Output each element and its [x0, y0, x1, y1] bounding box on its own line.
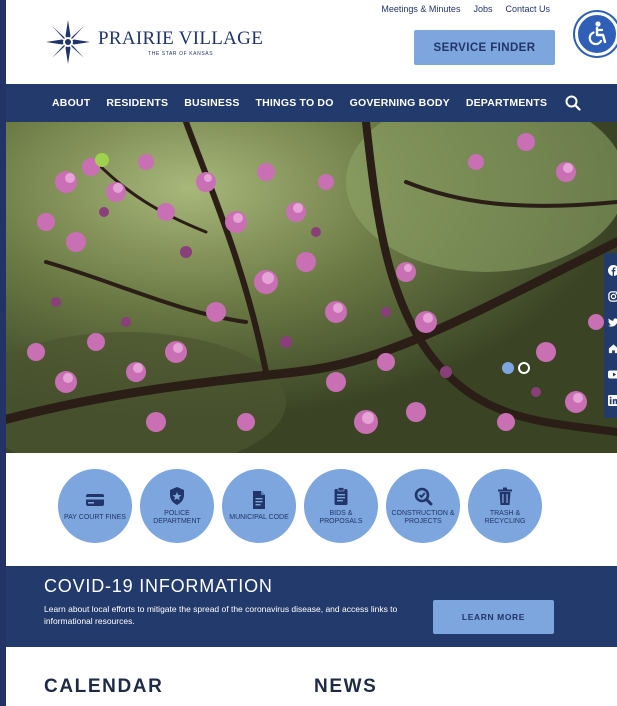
redbud-blossoms-image — [6, 122, 617, 453]
quick-link-police-department[interactable]: POLICE DEPARTMENT — [140, 469, 214, 543]
learn-more-button[interactable]: LEARN MORE — [433, 600, 554, 634]
linkedin-icon[interactable] — [608, 395, 617, 407]
trash-icon — [498, 487, 512, 505]
link-jobs[interactable]: Jobs — [473, 4, 492, 14]
nav-item-things-to-do[interactable]: THINGS TO DO — [256, 97, 334, 109]
covid-banner: COVID-19 INFORMATION Learn about local e… — [6, 566, 617, 647]
quick-link-municipal-code[interactable]: MUNICIPAL CODE — [222, 469, 296, 543]
instagram-icon[interactable] — [608, 290, 617, 302]
nav-item-governing-body[interactable]: GOVERNING BODY — [350, 97, 450, 109]
nav-item-business[interactable]: BUSINESS — [184, 97, 239, 109]
badge-icon — [170, 487, 184, 505]
covid-description: Learn about local efforts to mitigate th… — [44, 604, 398, 626]
covid-title: COVID-19 INFORMATION — [44, 576, 273, 596]
quick-link-trash-recycling[interactable]: TRASH & RECYCLING — [468, 469, 542, 543]
youtube-icon[interactable] — [607, 369, 617, 381]
search-icon[interactable] — [565, 95, 581, 111]
star-logo-icon — [46, 20, 90, 64]
nextdoor-icon[interactable] — [608, 343, 617, 355]
service-finder-button[interactable]: SERVICE FINDER — [414, 30, 555, 65]
utility-links: Meetings & Minutes Jobs Contact Us — [381, 4, 550, 14]
calendar-heading: CALENDAR — [44, 676, 164, 697]
quick-links: PAY COURT FINES POLICE DEPARTMENT MUNICI… — [6, 453, 617, 566]
brand-name: PRAIRIE VILLAGE — [98, 27, 264, 49]
nav-item-departments[interactable]: DEPARTMENTS — [466, 97, 547, 109]
link-meetings-minutes[interactable]: Meetings & Minutes — [381, 4, 460, 14]
quick-link-construction-projects[interactable]: CONSTRUCTION & PROJECTS — [386, 469, 460, 543]
brand-tagline: THE STAR OF KANSAS — [147, 50, 214, 57]
carousel-dots — [502, 362, 530, 374]
facebook-icon[interactable] — [608, 264, 617, 276]
construction-icon — [414, 487, 433, 506]
nav-item-residents[interactable]: RESIDENTS — [106, 97, 168, 109]
credit-card-icon — [86, 494, 104, 506]
document-icon — [253, 491, 265, 509]
site-logo[interactable]: PRAIRIE VILLAGE THE STAR OF KANSAS — [46, 20, 263, 64]
clipboard-icon — [334, 487, 348, 505]
twitter-icon[interactable] — [608, 316, 617, 328]
carousel-dot-1[interactable] — [502, 362, 514, 374]
accessibility-button[interactable] — [575, 12, 617, 56]
quick-link-bids-proposals[interactable]: BIDS & PROPOSALS — [304, 469, 378, 543]
carousel-dot-2[interactable] — [518, 362, 530, 374]
nav-item-about[interactable]: ABOUT — [52, 97, 90, 109]
quick-link-pay-court-fines[interactable]: PAY COURT FINES — [58, 469, 132, 543]
main-nav: ABOUT RESIDENTS BUSINESS THINGS TO DO GO… — [6, 84, 617, 122]
link-contact-us[interactable]: Contact Us — [505, 4, 550, 14]
page-frame: PRAIRIE VILLAGE THE STAR OF KANSAS Meeti… — [6, 0, 617, 706]
hero-image — [6, 122, 617, 453]
social-bar — [604, 253, 617, 418]
accessibility-icon — [588, 21, 607, 46]
site-header: PRAIRIE VILLAGE THE STAR OF KANSAS Meeti… — [6, 0, 617, 84]
news-heading: NEWS — [314, 676, 378, 697]
